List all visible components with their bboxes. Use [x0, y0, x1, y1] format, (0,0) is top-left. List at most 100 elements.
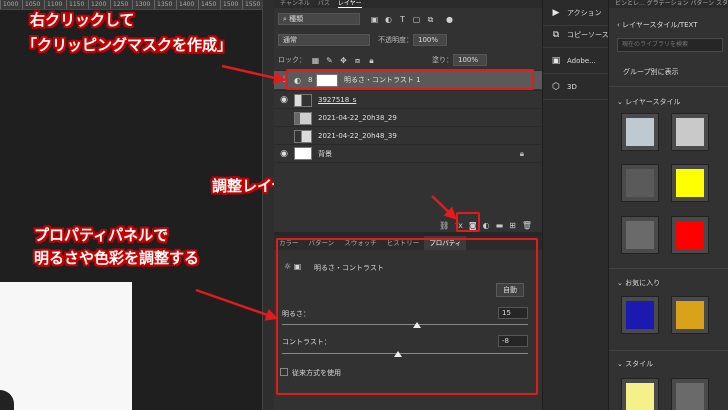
swatch-fill: [626, 118, 654, 146]
group-label: お気に入り: [625, 279, 661, 287]
group-style[interactable]: ⌄ スタイル: [617, 359, 653, 369]
3d-icon: ⬡: [552, 81, 560, 92]
photo-subject: [0, 390, 14, 410]
divider: [609, 350, 728, 351]
trash-icon[interactable]: 🗑︎: [522, 221, 532, 230]
style-swatch[interactable]: [671, 296, 709, 334]
swatch-fill: [626, 169, 654, 197]
swatch-fill: [676, 301, 704, 329]
group-layer-style[interactable]: ⌄ レイヤースタイル: [617, 97, 681, 107]
blend-mode-select[interactable]: 通常: [278, 34, 370, 46]
group-label: レイヤースタイル: [625, 98, 681, 106]
layers-footer: ⛓ fx ◙ ◐ ▬ ⊞ 🗑︎: [274, 218, 542, 232]
highlight-adjustment-button: [456, 212, 480, 232]
canvas-scrollbar[interactable]: [262, 0, 274, 410]
ruler-tick: 1100: [44, 0, 66, 9]
group-favorites[interactable]: ⌄ お気に入り: [617, 278, 660, 288]
group-view-select[interactable]: グループ別に表示: [623, 67, 679, 77]
libraries-tabbar[interactable]: ビンとレ... グラデーション パターン スタ: [609, 0, 728, 8]
swatch-fill: [626, 221, 654, 249]
group-label: スタイル: [625, 360, 654, 368]
layer-thumbnail: [294, 111, 312, 125]
visibility-eye-icon[interactable]: ◉: [274, 149, 294, 159]
ruler-tick: 1450: [198, 0, 220, 9]
swatch-fill: [676, 221, 704, 249]
filter-toggle-icon[interactable]: ●: [445, 15, 454, 24]
layer-row[interactable]: 2021-04-22_20h38_29: [274, 108, 542, 127]
style-swatch[interactable]: [671, 164, 709, 202]
horizontal-ruler: 1000 1050 1100 1150 1200 1250 1300 1350 1400 1450…: [0, 0, 262, 10]
smart-object-filter-icon[interactable]: ⧉: [426, 15, 435, 24]
panel-dock: ▶ アクション ⧉ コピーソース ▣ Adobe... ⬡ 3D: [542, 0, 609, 410]
annotation-create-clipping-mask: 「クリッピングマスクを作成」: [22, 36, 233, 54]
document-canvas[interactable]: [0, 10, 262, 410]
lock-position-icon[interactable]: ✥: [339, 56, 348, 65]
dock-item-3d[interactable]: ⬡ 3D: [543, 74, 609, 100]
layer-row[interactable]: 2021-04-22_20h48_39: [274, 126, 542, 145]
style-swatch[interactable]: [671, 378, 709, 410]
lock-transparency-icon[interactable]: ▦: [311, 56, 320, 65]
layer-filter-select[interactable]: ⌕ 種類: [278, 13, 360, 25]
shape-filter-icon[interactable]: ▢: [412, 15, 421, 24]
play-icon: ▶: [552, 7, 560, 18]
lock-icon: 🔒︎: [519, 148, 524, 158]
chevron-down-icon: ⌄: [617, 279, 626, 287]
dock-item-adobe[interactable]: ▣ Adobe...: [543, 48, 609, 74]
layer-row-background[interactable]: ◉ 背景 🔒︎: [274, 144, 542, 163]
ruler-tick: 1400: [176, 0, 198, 9]
style-swatch[interactable]: [621, 296, 659, 334]
lock-pixels-icon[interactable]: ✎: [325, 56, 334, 65]
layer-name: 3927518_s: [318, 96, 357, 104]
link-layers-icon[interactable]: ⛓: [439, 221, 449, 230]
style-swatch[interactable]: [621, 216, 659, 254]
layers-panel: チャンネル パス レイヤー ⌕ 種類 ▣ ◐ T ▢ ⧉ ● 通常 不透明度： …: [274, 0, 542, 232]
library-search-input[interactable]: 現在のライブラリを検索: [617, 38, 723, 52]
opacity-input[interactable]: 100%: [413, 34, 447, 46]
layer-name: 背景: [318, 149, 332, 158]
swatch-fill: [676, 383, 704, 410]
text-filter-icon[interactable]: T: [398, 15, 407, 24]
adobe-icon: ▣: [551, 55, 561, 66]
canvas-photo: [0, 282, 132, 410]
tab-layers[interactable]: レイヤー: [337, 0, 362, 8]
annotation-adjust-brightness: 明るさや色彩を調整する: [34, 249, 200, 267]
ruler-tick: 1150: [66, 0, 88, 9]
library-title-text: レイヤースタイル/TEXT: [622, 21, 698, 29]
style-swatch[interactable]: [671, 113, 709, 151]
new-layer-icon[interactable]: ⊞: [509, 221, 516, 230]
new-group-icon[interactable]: ▬: [496, 221, 504, 230]
swatch-fill: [626, 383, 654, 410]
tab-channels[interactable]: チャンネル: [280, 0, 310, 8]
new-adjustment-layer-icon[interactable]: ◐: [483, 221, 490, 230]
library-title[interactable]: ‹ レイヤースタイル/TEXT: [617, 20, 697, 30]
annotation-properties-panel: プロパティパネルで: [34, 226, 169, 244]
adjustment-filter-icon[interactable]: ◐: [384, 15, 393, 24]
fill-input[interactable]: 100%: [453, 54, 487, 66]
style-swatch[interactable]: [621, 164, 659, 202]
layer-filter-value: 種類: [289, 15, 304, 23]
divider: [609, 86, 728, 87]
libraries-panel: ビンとレ... グラデーション パターン スタ ‹ レイヤースタイル/TEXT …: [608, 0, 728, 410]
style-swatch[interactable]: [621, 378, 659, 410]
opacity-label: 不透明度：: [378, 36, 413, 44]
visibility-eye-icon[interactable]: ◉: [274, 95, 294, 105]
lock-artboard-icon[interactable]: ⧈: [353, 56, 362, 65]
tab-paths[interactable]: パス: [318, 0, 330, 8]
dock-item-label: アクション: [567, 8, 602, 17]
layer-row[interactable]: ◉ 3927518_s: [274, 90, 542, 109]
lock-label: ロック：: [278, 56, 306, 64]
layer-name: 2021-04-22_20h48_39: [318, 132, 397, 140]
layer-thumbnail: [294, 129, 312, 143]
layer-name: 2021-04-22_20h38_29: [318, 114, 397, 122]
dock-item-label: 3D: [567, 82, 577, 91]
ruler-tick: 1250: [110, 0, 132, 9]
ruler-tick: 1500: [220, 0, 242, 9]
highlight-adjustment-layer: [286, 69, 534, 90]
clone-source-icon: ⧉: [552, 29, 560, 40]
image-filter-icon[interactable]: ▣: [370, 15, 379, 24]
style-swatch[interactable]: [671, 216, 709, 254]
style-swatch[interactable]: [621, 113, 659, 151]
dock-item-clone-source[interactable]: ⧉ コピーソース: [543, 22, 609, 48]
lock-all-icon[interactable]: 🔒︎: [367, 56, 376, 65]
dock-item-label: Adobe...: [567, 56, 596, 65]
